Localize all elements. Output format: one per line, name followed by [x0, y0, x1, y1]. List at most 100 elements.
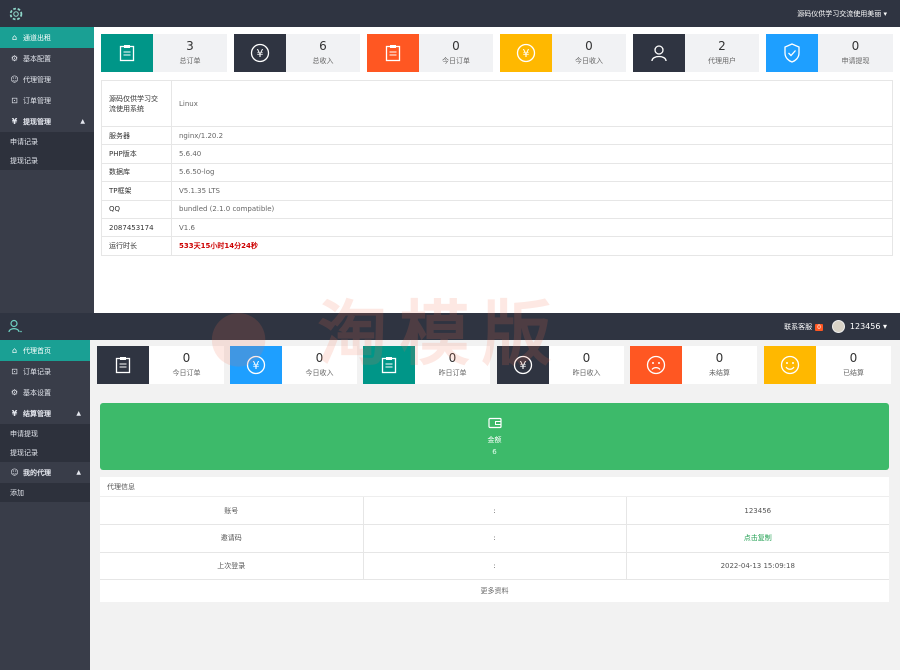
- info-key: QQ: [101, 200, 172, 219]
- clipboard-icon: [367, 34, 419, 72]
- balance-title: 金额: [487, 436, 502, 444]
- sidebar-item-rental[interactable]: ⌂ 通道出租: [0, 27, 94, 48]
- home-icon: ⌂: [11, 33, 18, 42]
- table-row: 账号 : 123456: [100, 497, 889, 525]
- table-row: TP框架 V5.1.35 LTS: [101, 181, 893, 201]
- sidebar-item-basic-config[interactable]: ⚙ 基本配置: [0, 48, 94, 69]
- yen-icon: ¥: [230, 346, 282, 384]
- stat-label: 今日收入: [305, 369, 334, 377]
- stat-card-agent-users[interactable]: 2 代理用户: [633, 34, 759, 72]
- sidebar-item-my-agents[interactable]: ☺ 我的代理 ▲: [0, 462, 90, 483]
- user-logo-icon[interactable]: [8, 319, 22, 333]
- stat-label: 总订单: [179, 57, 201, 65]
- info-key: 账号: [100, 497, 364, 525]
- info-key: PHP版本: [101, 144, 172, 164]
- user-icon: ☺: [10, 468, 19, 477]
- sidebar-submenu: 申请提现 提现记录: [0, 424, 90, 462]
- sidebar-item-label: 通道出租: [23, 33, 51, 42]
- admin-topbar: 源码仪供学习交流使用美丽 ▾: [0, 0, 900, 27]
- smile-face-icon: [764, 346, 816, 384]
- info-key: 数据库: [101, 163, 172, 183]
- sidebar-subitem-add[interactable]: 添加: [0, 483, 90, 502]
- stat-card-today-income[interactable]: ¥ 0 今日收入: [230, 346, 357, 384]
- stat-label: 已结算: [843, 369, 864, 377]
- info-value: Linux: [171, 80, 893, 127]
- stat-card-total-orders[interactable]: 3 总订单: [101, 34, 227, 72]
- info-key: 2087453174: [101, 218, 172, 238]
- info-value: V1.6: [171, 218, 893, 238]
- sad-face-icon: [630, 346, 682, 384]
- agent-user-menu[interactable]: 123456 ▾: [831, 320, 887, 333]
- stat-label: 申请提现: [841, 57, 870, 65]
- copy-invite-code-link[interactable]: 点击复制: [626, 524, 889, 553]
- contact-badge: 0: [815, 324, 823, 331]
- stat-card-unsettled[interactable]: 0 未结算: [630, 346, 757, 384]
- agent-info-table: 账号 : 123456 邀请码 : 点击复制 上次登录 : 2022-04-13…: [100, 497, 889, 580]
- stat-value: 0: [849, 351, 858, 365]
- users-icon: [633, 34, 685, 72]
- stat-card-withdraw-requests[interactable]: 0 申请提现: [766, 34, 893, 72]
- stat-label: 昨日订单: [438, 369, 467, 377]
- stat-card-settled[interactable]: 0 已结算: [764, 346, 891, 384]
- stat-value: 0: [851, 39, 860, 53]
- stat-card-yesterday-income[interactable]: ¥ 0 昨日收入: [497, 346, 624, 384]
- info-key: 源码仅供学习交流使用系统: [101, 80, 172, 127]
- sidebar-item-label: 订单管理: [23, 96, 51, 105]
- sidebar-item-label: 添加: [10, 488, 24, 497]
- stat-card-total-income[interactable]: ¥ 6 总收入: [234, 34, 360, 72]
- svg-text:¥: ¥: [257, 47, 264, 60]
- table-row: 2087453174 V1.6: [101, 218, 893, 238]
- caret-up-icon: ▲: [76, 469, 81, 476]
- stat-value: 0: [452, 39, 460, 53]
- info-sep: :: [363, 497, 627, 525]
- gear-icon: ⚙: [10, 388, 19, 397]
- sidebar-item-withdraw-manage[interactable]: ¥ 提现管理 ▲: [0, 111, 94, 132]
- gear-logo-icon[interactable]: [7, 5, 25, 23]
- sidebar-subitem-withdraw-records[interactable]: 提现记录: [0, 151, 94, 170]
- stat-value: 0: [182, 351, 191, 365]
- stat-label: 昨日收入: [572, 369, 601, 377]
- contact-support-link[interactable]: 联系客服 0: [784, 322, 823, 332]
- caret-up-icon: ▲: [80, 118, 85, 125]
- yen-icon: ¥: [497, 346, 549, 384]
- sidebar-item-order-manage[interactable]: ⊡ 订单管理: [0, 90, 94, 111]
- clipboard-icon: [101, 34, 153, 72]
- table-row: 源码仅供学习交流使用系统 Linux: [101, 80, 893, 127]
- info-value: 5.6.50-log: [171, 163, 893, 183]
- stat-label: 未结算: [709, 369, 730, 377]
- sidebar-item-basic-settings[interactable]: ⚙ 基本设置: [0, 382, 90, 403]
- info-key: TP框架: [101, 181, 172, 201]
- admin-sidebar: ⌂ 通道出租 ⚙ 基本配置 ☺ 代理管理 ⊡ 订单管理 ¥ 提现管理 ▲ 申请记…: [0, 27, 94, 313]
- stat-value: 2: [718, 39, 726, 53]
- sidebar-submenu: 申请记录 提现记录: [0, 132, 94, 170]
- clipboard-icon: [363, 346, 415, 384]
- admin-user-menu[interactable]: 源码仪供学习交流使用美丽 ▾: [797, 9, 887, 19]
- cart-icon: ⊡: [11, 96, 18, 105]
- stat-value: 0: [448, 351, 457, 365]
- sidebar-item-label: 结算管理: [23, 409, 51, 418]
- sidebar-subitem-apply-withdraw[interactable]: 申请提现: [0, 424, 90, 443]
- agent-info-panel: 代理信息 账号 : 123456 邀请码 : 点击复制 上次登录 : 2022-…: [100, 477, 889, 602]
- sidebar-subitem-apply-records[interactable]: 申请记录: [0, 132, 94, 151]
- more-info-link[interactable]: 更多资料: [100, 580, 889, 602]
- sidebar-item-agent-manage[interactable]: ☺ 代理管理: [0, 69, 94, 90]
- sidebar-item-settlement[interactable]: ¥ 结算管理 ▲: [0, 403, 90, 424]
- balance-card[interactable]: 金额 6: [100, 403, 889, 470]
- yen-icon: ¥: [11, 409, 18, 418]
- info-value: nginx/1.20.2: [171, 126, 893, 146]
- sidebar-subitem-withdraw-records[interactable]: 提现记录: [0, 443, 90, 462]
- avatar: [831, 320, 845, 333]
- svg-text:¥: ¥: [523, 47, 530, 60]
- info-sep: :: [363, 524, 627, 553]
- svg-text:¥: ¥: [253, 359, 260, 372]
- sidebar-item-agent-home[interactable]: ⌂ 代理首页: [0, 340, 90, 361]
- stat-card-yesterday-orders[interactable]: 0 昨日订单: [363, 346, 490, 384]
- info-value: 123456: [626, 497, 889, 525]
- stat-card-today-orders[interactable]: 0 今日订单: [97, 346, 224, 384]
- clipboard-icon: [97, 346, 149, 384]
- info-key: 运行时长: [101, 236, 172, 256]
- stat-card-today-income[interactable]: ¥ 0 今日收入: [500, 34, 626, 72]
- stat-card-today-orders[interactable]: 0 今日订单: [367, 34, 493, 72]
- sidebar-item-order-records[interactable]: ⊡ 订单记录: [0, 361, 90, 382]
- user-icon: ☺: [10, 75, 19, 84]
